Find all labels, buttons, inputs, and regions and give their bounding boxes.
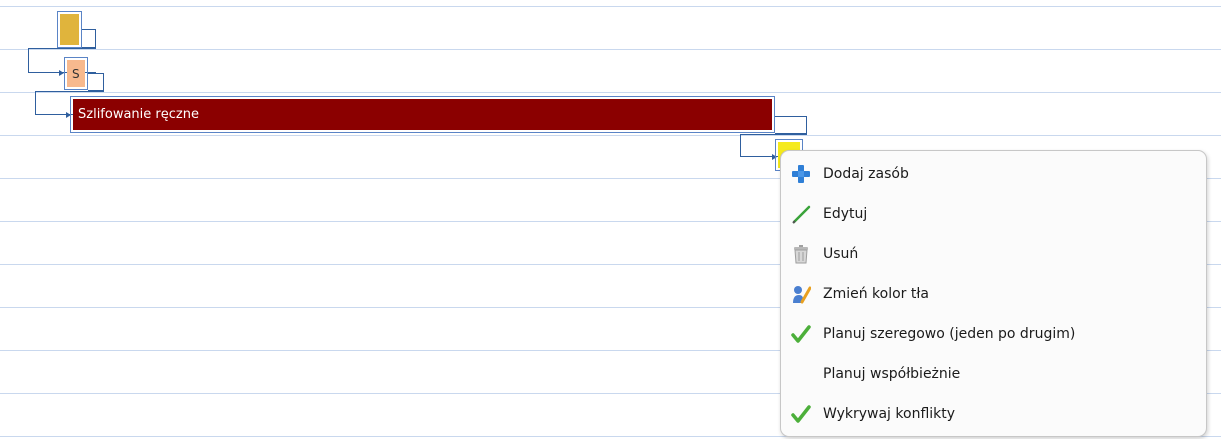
menu-item-delete[interactable]: Usuń — [783, 234, 1204, 274]
menu-item-label: Wykrywaj konflikty — [823, 406, 956, 422]
menu-item-label: Planuj szeregowo (jeden po drugim) — [823, 326, 1076, 342]
menu-item-plan-concurrent[interactable]: Planuj współbieżnie — [783, 354, 1204, 394]
dependency-connector — [82, 29, 96, 48]
empty-icon-slot — [789, 362, 813, 386]
dependency-connector — [88, 73, 104, 91]
pencil-icon — [789, 202, 813, 226]
task-bar-2[interactable]: S — [67, 60, 85, 87]
dependency-connector — [775, 116, 807, 134]
menu-item-detect-conflicts[interactable]: Wykrywaj konflikty — [783, 394, 1204, 434]
plus-icon — [789, 162, 813, 186]
menu-item-plan-serial[interactable]: Planuj szeregowo (jeden po drugim) — [783, 314, 1204, 354]
menu-item-edit[interactable]: Edytuj — [783, 194, 1204, 234]
task-bar-label: Szlifowanie ręczne — [78, 107, 199, 122]
menu-item-label: Edytuj — [823, 206, 868, 222]
task-bar-label: S — [72, 66, 80, 81]
row-divider — [0, 92, 1221, 93]
row-divider — [0, 135, 1221, 136]
task-bar-3[interactable]: Szlifowanie ręczne — [73, 99, 772, 130]
menu-item-add-resource[interactable]: Dodaj zasób — [783, 154, 1204, 194]
row-divider — [0, 6, 1221, 7]
menu-item-label: Usuń — [823, 246, 859, 262]
task-bar-1[interactable] — [60, 14, 79, 45]
menu-item-label: Zmień kolor tła — [823, 286, 929, 302]
trash-icon — [789, 242, 813, 266]
checkmark-icon — [789, 322, 813, 346]
menu-item-label: Planuj współbieżnie — [823, 366, 961, 382]
gantt-chart-area: S Szlifowanie ręczne Dodaj zasób Edytuj … — [0, 0, 1221, 439]
menu-item-label: Dodaj zasób — [823, 166, 909, 182]
menu-item-change-background[interactable]: Zmień kolor tła — [783, 274, 1204, 314]
row-divider — [0, 49, 1221, 50]
palette-icon — [789, 282, 813, 306]
checkmark-icon — [789, 402, 813, 426]
context-menu: Dodaj zasób Edytuj Usuń Zmień kolor tła … — [780, 150, 1207, 437]
